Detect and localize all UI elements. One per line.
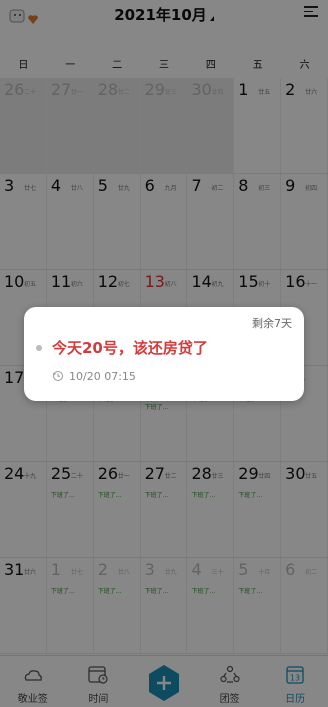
reminder-time: 10/20 07:15 bbox=[69, 370, 136, 383]
remaining-days: 剩余7天 bbox=[252, 317, 292, 330]
bullet-dot bbox=[36, 345, 42, 351]
repeat-clock-icon bbox=[52, 371, 63, 381]
reminder-message[interactable]: 今天20号，该还房贷了 bbox=[52, 337, 208, 358]
calendar-screen: 2021年10月 日 一 二 三 四 五 六 26 二十 27 廿一 28 廿二 29 廿三 3… bbox=[0, 0, 328, 707]
reminder-popup[interactable]: 剩余7天 今天20号，该还房贷了 10/20 07:15 bbox=[24, 307, 304, 401]
